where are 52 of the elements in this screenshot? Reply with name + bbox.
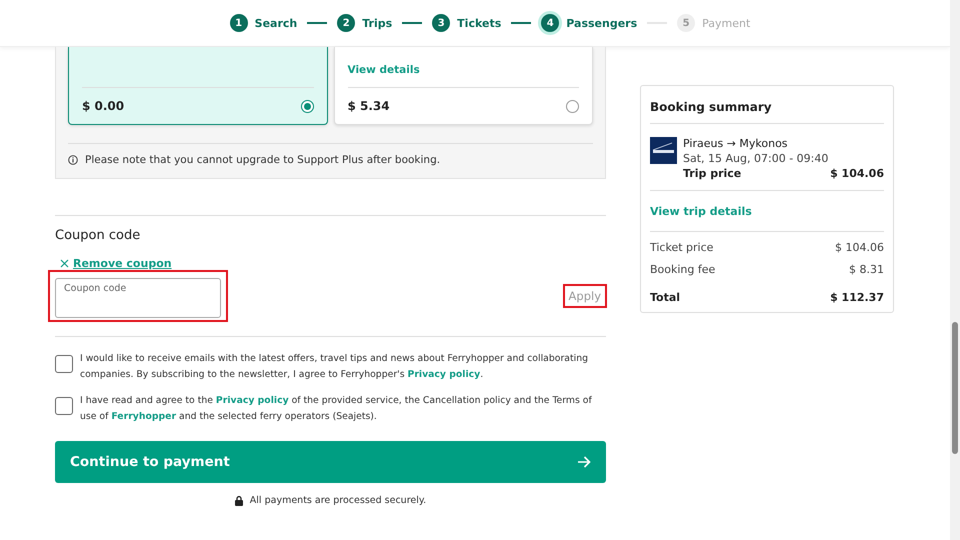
trip-route: Piraeus → Mykonos [683,137,789,150]
scrollbar[interactable] [950,0,960,540]
checkbox[interactable] [55,397,73,415]
price-value: $ 112.37 [830,291,884,304]
step-connector [307,22,328,24]
view-trip-details-link[interactable]: View trip details [650,191,884,232]
apply-button[interactable]: Apply [564,286,605,306]
step-label[interactable]: Passengers [566,16,638,30]
remove-coupon-link[interactable]: Remove coupon [60,257,172,270]
policy-link[interactable]: Ferryhopper [111,411,176,422]
arrow-right-icon [577,456,591,468]
step-number: 1 [230,14,248,32]
lock-icon [234,496,243,506]
policy-link[interactable]: Privacy policy [216,395,289,406]
consent-text: I would like to receive emails with the latest offers, travel tips and news about Ferryhopper and collaborating companies. By subscribing to the newsletter, I agree to Ferryhopper's Privacy policy. [80,352,589,382]
price-label: Total [650,291,680,304]
ferry-operator-logo [650,137,677,164]
scrollbar-thumb[interactable] [952,322,958,454]
continue-to-payment-button[interactable]: Continue to payment [55,441,606,483]
step-number: 5 [677,14,696,32]
price-value: $ 104.06 [835,241,884,254]
step-label[interactable]: Trips [362,16,392,30]
option-price: $ 5.34 [348,99,390,113]
option-price: $ 0.00 [82,99,124,113]
step-label[interactable]: Search [254,16,298,30]
coupon-heading: Coupon code [55,228,142,243]
price-label: Booking fee [650,263,716,276]
price-label: Ticket price [650,241,714,254]
step-label[interactable]: Payment [702,16,750,30]
close-icon [60,259,69,268]
secure-payment-note: All payments are processed securely. [250,495,426,506]
step-connector [511,22,532,24]
consent-text: I have read and agree to the Privacy policy of the provided service, the Cancellation policy and the Terms of use of Ferryhopper and the selected ferry operators (Seajets). [80,394,593,424]
policy-link[interactable]: Privacy policy [408,369,480,380]
trip-date: Sat, 15 Aug, 07:00 - 09:40 [683,152,830,165]
radio-button[interactable] [566,100,579,112]
checkbox[interactable] [55,355,73,373]
step-number: 2 [337,14,356,32]
support-note: Please note that you cannot upgrade to Support Plus after booking. [85,154,440,166]
view-details-link[interactable]: View details [348,64,579,76]
support-option-card[interactable]: View details $ 5.34 [334,47,593,125]
summary-title: Booking summary [650,100,772,114]
step-connector [402,22,422,24]
info-icon [68,155,78,165]
radio-button[interactable] [300,100,314,112]
step-number: 4 [541,14,560,32]
support-option-card[interactable]: $ 0.00 [68,47,328,125]
trip-price: $ 104.06 [830,167,884,180]
step-label[interactable]: Tickets [457,16,502,30]
trip-price-label: Trip price [683,167,742,180]
step-number: 3 [432,14,450,32]
price-value: $ 8.31 [849,263,884,276]
